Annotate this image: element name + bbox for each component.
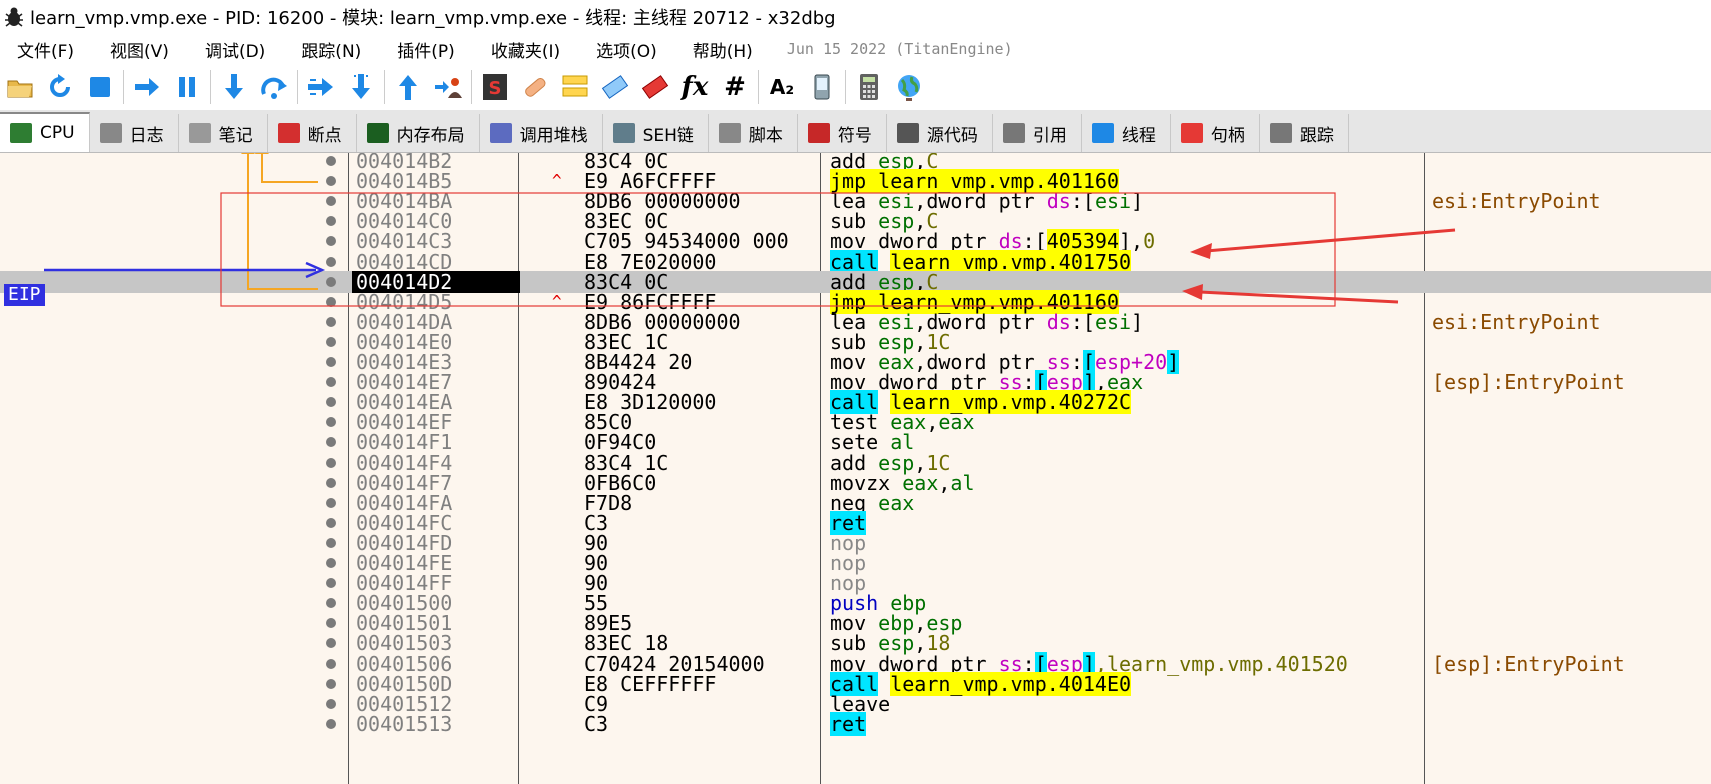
globe-icon[interactable]	[892, 70, 926, 104]
thread-icon	[1091, 123, 1114, 143]
tab-log[interactable]: 日志	[90, 114, 179, 152]
menu-view[interactable]: 视图(V)	[110, 37, 169, 62]
callstack-icon	[489, 123, 512, 143]
calculator-icon[interactable]	[852, 70, 886, 104]
tab-label: 日志	[129, 125, 164, 146]
cpu-icon	[10, 123, 32, 143]
pause-icon[interactable]	[170, 70, 204, 104]
tab-callstack[interactable]: 调用堆栈	[480, 114, 603, 152]
toolbar-separator	[123, 70, 124, 104]
tab-label: 符号	[837, 125, 872, 146]
execute-till-return-icon[interactable]	[391, 70, 425, 104]
tab-label: 笔记	[218, 125, 253, 146]
comment-icon[interactable]	[558, 70, 592, 104]
tab-label: 源代码	[926, 125, 978, 146]
tab-reference[interactable]: 引用	[993, 114, 1082, 152]
tab-bar: CPU 日志 笔记 断点 内存布局 调用堆栈 SEH链 脚本 符号 源代码 引用 线程 句柄 跟踪	[0, 110, 1711, 153]
red-arrowhead-1	[1190, 243, 1212, 259]
toolbar: S fx # A₂	[0, 64, 1711, 110]
tab-label: 跟踪	[1299, 125, 1334, 146]
script-icon	[718, 123, 741, 143]
reference-icon	[1002, 123, 1025, 143]
run-icon[interactable]	[130, 70, 164, 104]
step-into-icon[interactable]	[217, 70, 251, 104]
menu-debug[interactable]: 调试(D)	[205, 37, 265, 62]
tab-label: SEH链	[642, 125, 694, 146]
menu-trace[interactable]: 跟踪(N)	[301, 37, 361, 62]
disassembly-view[interactable]: 004014B2 83C4 0C add esp,C 004014B5 ^ E9 A6FC…	[0, 153, 1711, 784]
tab-label: 句柄	[1210, 125, 1245, 146]
toolbar-separator	[471, 70, 472, 104]
toolbar-separator	[845, 70, 846, 104]
seh-icon	[612, 123, 635, 143]
jump-lines	[247, 153, 318, 290]
tab-memory[interactable]: 内存布局	[357, 114, 480, 152]
red-annotation-arrow-2	[1199, 290, 1399, 304]
trace-icon	[1269, 123, 1292, 143]
tab-breakpoint[interactable]: 断点	[268, 114, 357, 152]
log-icon	[99, 123, 122, 143]
open-icon[interactable]	[3, 70, 37, 104]
source-icon	[896, 123, 919, 143]
red-annotation-arrow-1	[1205, 228, 1456, 253]
run-to-user-code-icon[interactable]	[431, 70, 465, 104]
tab-thread[interactable]: 线程	[1082, 114, 1171, 152]
font-icon[interactable]: A₂	[765, 70, 799, 104]
tab-label: 脚本	[748, 125, 783, 146]
label-icon[interactable]	[598, 70, 632, 104]
breakpoint-icon	[277, 123, 300, 143]
restart-icon[interactable]	[43, 70, 77, 104]
handle-icon	[1180, 123, 1203, 143]
scylla-icon[interactable]: S	[478, 70, 512, 104]
menu-bar: 文件(F) 视图(V) 调试(D) 跟踪(N) 插件(P) 收藏夹(I) 选项(…	[0, 34, 1711, 64]
tab-label: 引用	[1032, 125, 1067, 146]
menu-file[interactable]: 文件(F)	[17, 37, 74, 62]
tab-seh[interactable]: SEH链	[603, 114, 709, 152]
menu-options[interactable]: 选项(O)	[596, 37, 657, 62]
tab-label: 内存布局	[396, 125, 465, 146]
step-over-icon[interactable]	[257, 70, 291, 104]
function-icon[interactable]: fx	[678, 70, 712, 104]
hash-icon[interactable]: #	[718, 70, 752, 104]
bug-icon	[5, 7, 23, 27]
tab-label: CPU	[40, 123, 75, 143]
toolbar-separator	[384, 70, 385, 104]
bookmark-icon[interactable]	[638, 70, 672, 104]
patch-icon[interactable]	[518, 70, 552, 104]
memory-icon	[366, 123, 389, 143]
tab-trace[interactable]: 跟踪	[1260, 114, 1349, 152]
tab-handle[interactable]: 句柄	[1171, 114, 1260, 152]
toolbar-separator	[758, 70, 759, 104]
jump-arrowheads	[241, 153, 269, 154]
trace-into-icon[interactable]	[304, 70, 338, 104]
toolbar-separator	[297, 70, 298, 104]
tab-label: 断点	[307, 125, 342, 146]
build-info: Jun 15 2022 (TitanEngine)	[786, 40, 1013, 58]
tab-label: 调用堆栈	[519, 125, 588, 146]
red-arrowhead-2	[1182, 284, 1203, 300]
window-title: learn_vmp.vmp.exe - PID: 16200 - 模块: lea…	[30, 8, 836, 29]
tab-cpu[interactable]: CPU	[0, 112, 90, 152]
svg-text:S: S	[489, 78, 502, 99]
symbol-icon	[807, 123, 830, 143]
tab-notes[interactable]: 笔记	[179, 114, 268, 152]
highlight-box	[220, 192, 1336, 307]
tab-script[interactable]: 脚本	[709, 114, 798, 152]
tab-label: 线程	[1121, 125, 1156, 146]
notes-icon	[188, 123, 211, 143]
stop-icon[interactable]	[83, 70, 117, 104]
menu-favourites[interactable]: 收藏夹(I)	[491, 37, 560, 62]
menu-help[interactable]: 帮助(H)	[693, 37, 753, 62]
tab-symbol[interactable]: 符号	[798, 114, 887, 152]
trace-over-icon[interactable]	[344, 70, 378, 104]
annotation-overlay	[44, 153, 1456, 307]
device-icon[interactable]	[805, 70, 839, 104]
toolbar-separator	[210, 70, 211, 104]
title-bar: learn_vmp.vmp.exe - PID: 16200 - 模块: lea…	[0, 0, 1711, 34]
menu-plugins[interactable]: 插件(P)	[397, 37, 455, 62]
tab-source[interactable]: 源代码	[887, 114, 993, 152]
